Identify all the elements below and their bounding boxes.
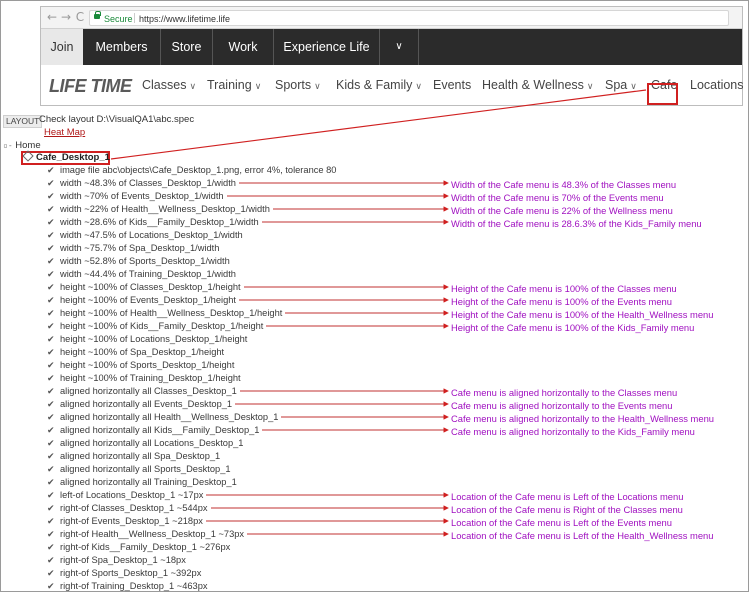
annotation-text: Cafe menu is aligned horizontally to the… (451, 413, 714, 424)
annotation-text: Width of the Cafe menu is 28.6.3% of the… (451, 218, 702, 229)
annotation-text: Width of the Cafe menu is 48.3% of the C… (451, 179, 677, 190)
annotations-layer: Width of the Cafe menu is 48.3% of the C… (0, 0, 749, 592)
annotation-text: Location of the Cafe menu is Left of the… (451, 530, 714, 541)
annotation-text: Cafe menu is aligned horizontally to the… (451, 387, 678, 398)
annotation-text: Height of the Cafe menu is 100% of the K… (451, 322, 695, 333)
annotation-text: Width of the Cafe menu is 70% of the Eve… (451, 192, 664, 203)
annotation-text: Location of the Cafe menu is Right of th… (451, 504, 683, 515)
annotation-text: Location of the Cafe menu is Left of the… (451, 517, 672, 528)
annotation-text: Cafe menu is aligned horizontally to the… (451, 426, 695, 437)
annotation-text: Height of the Cafe menu is 100% of the C… (451, 283, 677, 294)
annotation-text: Height of the Cafe menu is 100% of the E… (451, 296, 672, 307)
annotation-text: Width of the Cafe menu is 22% of the Wel… (451, 205, 673, 216)
annotation-text: Height of the Cafe menu is 100% of the H… (451, 309, 714, 320)
annotation-text: Cafe menu is aligned horizontally to the… (451, 400, 673, 411)
annotation-text: Location of the Cafe menu is Left of the… (451, 491, 684, 502)
